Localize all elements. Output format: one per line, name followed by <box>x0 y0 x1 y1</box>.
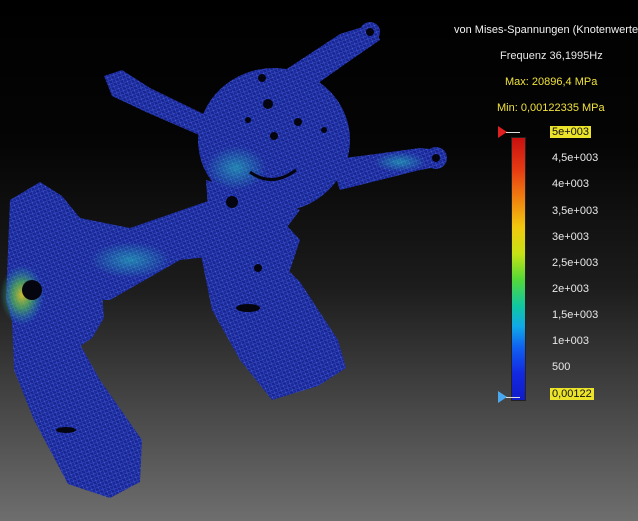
colorbar-tick: 4e+003 <box>552 178 590 190</box>
colorbar-tick: 1e+003 <box>552 335 590 347</box>
upper-limit-line <box>506 132 520 133</box>
colorbar-tick: 2,5e+003 <box>552 257 599 269</box>
colorbar-tick-min[interactable]: 0,00122 <box>550 388 594 400</box>
mesh-left-leg <box>12 320 142 498</box>
mesh-arm-upper-left <box>104 70 212 138</box>
stress-colorbar <box>512 138 525 400</box>
lower-limit-line <box>506 397 520 398</box>
stress-hotspot-right-arm <box>374 152 426 172</box>
colorbar-tick: 1,5e+003 <box>552 309 599 321</box>
legend-title: von Mises-Spannungen (Knotenwerte) <box>454 24 638 36</box>
legend-max-value: Max: 20896,4 MPa <box>505 76 598 88</box>
colorbar-tick: 2e+003 <box>552 283 590 295</box>
stress-hotspot-plate <box>206 146 266 190</box>
colorbar-tick: 3e+003 <box>552 231 590 243</box>
stress-hotspot-beam <box>90 242 170 278</box>
colorbar-tick-max[interactable]: 5e+003 <box>550 126 592 138</box>
fem-model[interactable] <box>0 22 447 498</box>
colorbar-tick: 4,5e+003 <box>552 152 599 164</box>
legend-min-value: Min: 0,00122335 MPa <box>497 102 605 114</box>
colorbar-tick: 3,5e+003 <box>552 205 599 217</box>
colorbar-tick: 500 <box>552 361 571 373</box>
legend-frequency: Frequenz 36,1995Hz <box>500 50 603 62</box>
